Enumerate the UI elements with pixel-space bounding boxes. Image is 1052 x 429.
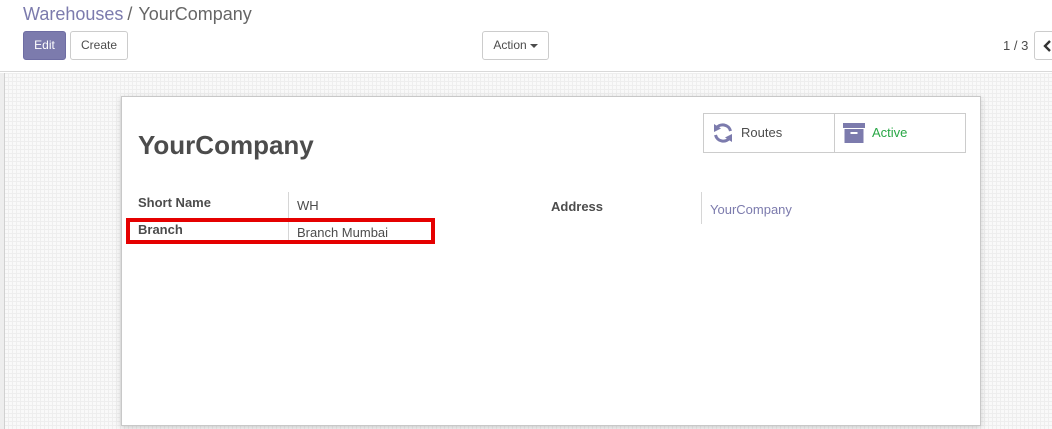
control-panel: Warehouses / YourCompany Edit Create Actio… bbox=[0, 0, 1052, 72]
form-sheet: Routes Active YourCompany Short Name WH … bbox=[121, 96, 981, 426]
chevron-left-icon bbox=[1043, 40, 1051, 52]
routes-button[interactable]: Routes bbox=[704, 114, 835, 152]
edit-button[interactable]: Edit bbox=[23, 31, 66, 60]
active-toggle-button[interactable]: Active bbox=[835, 114, 965, 152]
active-label: Active bbox=[872, 125, 908, 140]
action-dropdown-button[interactable]: Action bbox=[482, 31, 549, 60]
record-title: YourCompany bbox=[138, 130, 314, 160]
routes-label: Routes bbox=[741, 125, 783, 140]
short-name-label: Short Name bbox=[138, 195, 211, 210]
breadcrumb-current: YourCompany bbox=[138, 4, 252, 24]
pager-previous-button[interactable] bbox=[1034, 31, 1052, 60]
refresh-icon bbox=[712, 122, 734, 149]
branch-highlight-box bbox=[126, 218, 435, 244]
archive-icon bbox=[843, 122, 865, 149]
breadcrumb: Warehouses / YourCompany bbox=[23, 3, 252, 25]
address-label: Address bbox=[551, 199, 604, 214]
caret-down-icon bbox=[529, 43, 538, 48]
pager-value[interactable]: 1 / 3 bbox=[1003, 38, 1028, 53]
smart-button-box: Routes Active bbox=[703, 113, 966, 153]
breadcrumb-warehouses-link[interactable]: Warehouses bbox=[23, 4, 123, 24]
address-link[interactable]: YourCompany bbox=[710, 202, 792, 217]
short-name-value: WH bbox=[297, 198, 319, 213]
short-name-divider bbox=[288, 192, 289, 219]
action-label: Action bbox=[493, 38, 527, 52]
address-divider bbox=[701, 192, 702, 224]
breadcrumb-separator: / bbox=[127, 4, 133, 24]
left-scrollbar[interactable] bbox=[0, 73, 5, 429]
create-button[interactable]: Create bbox=[70, 31, 128, 60]
